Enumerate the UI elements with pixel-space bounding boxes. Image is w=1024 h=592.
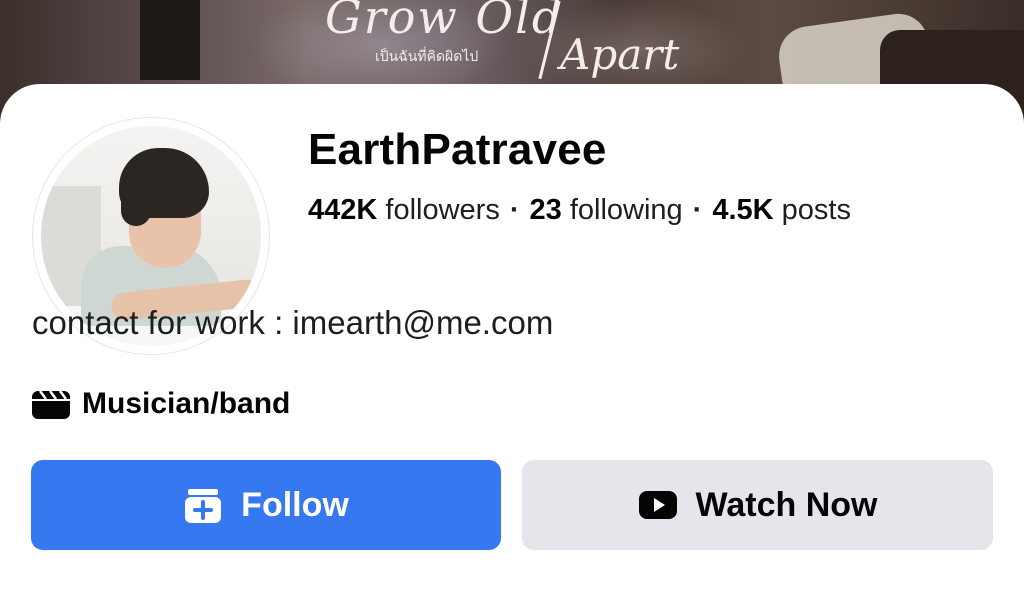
- posts-label: posts: [781, 194, 851, 226]
- cover-window: [140, 0, 200, 80]
- following-count: 23: [529, 194, 562, 226]
- followers-link[interactable]: 442K followers: [308, 194, 500, 226]
- profile-page: Grow Old เป็นฉันที่คิดผิดไป Apart EarthP…: [0, 0, 1024, 592]
- play-icon: [638, 489, 678, 521]
- profile-category: Musician/band: [32, 387, 290, 421]
- profile-bio: contact for work : imearth@me.com: [32, 304, 554, 341]
- followers-count: 442K: [308, 194, 378, 226]
- following-link[interactable]: 23 following: [530, 194, 683, 226]
- profile-card: EarthPatravee 442K followers · 23 followin…: [0, 84, 1024, 592]
- posts-link[interactable]: 4.5K posts: [712, 194, 851, 226]
- follow-button[interactable]: Follow: [31, 460, 501, 550]
- cover-title-line2: Apart: [560, 30, 680, 79]
- stats-separator: ·: [692, 194, 703, 226]
- avatar-hair-side: [121, 166, 151, 226]
- stats-separator: ·: [509, 194, 520, 226]
- watch-label: Watch Now: [695, 485, 878, 524]
- following-label: following: [569, 194, 683, 226]
- category-label: Musician/band: [82, 387, 291, 420]
- profile-stats: 442K followers · 23 following · 4.5K posts: [308, 194, 851, 227]
- followers-label: followers: [385, 194, 500, 226]
- cover-title-line1: Grow Old: [325, 0, 564, 44]
- posts-count: 4.5K: [712, 194, 774, 226]
- cover-title-thai: เป็นฉันที่คิดผิดไป: [375, 49, 479, 65]
- follow-label: Follow: [241, 485, 349, 524]
- watch-now-button[interactable]: Watch Now: [522, 460, 993, 550]
- follow-box-icon: [183, 485, 223, 525]
- profile-name: EarthPatravee: [308, 125, 607, 174]
- clapperboard-icon: [32, 390, 70, 419]
